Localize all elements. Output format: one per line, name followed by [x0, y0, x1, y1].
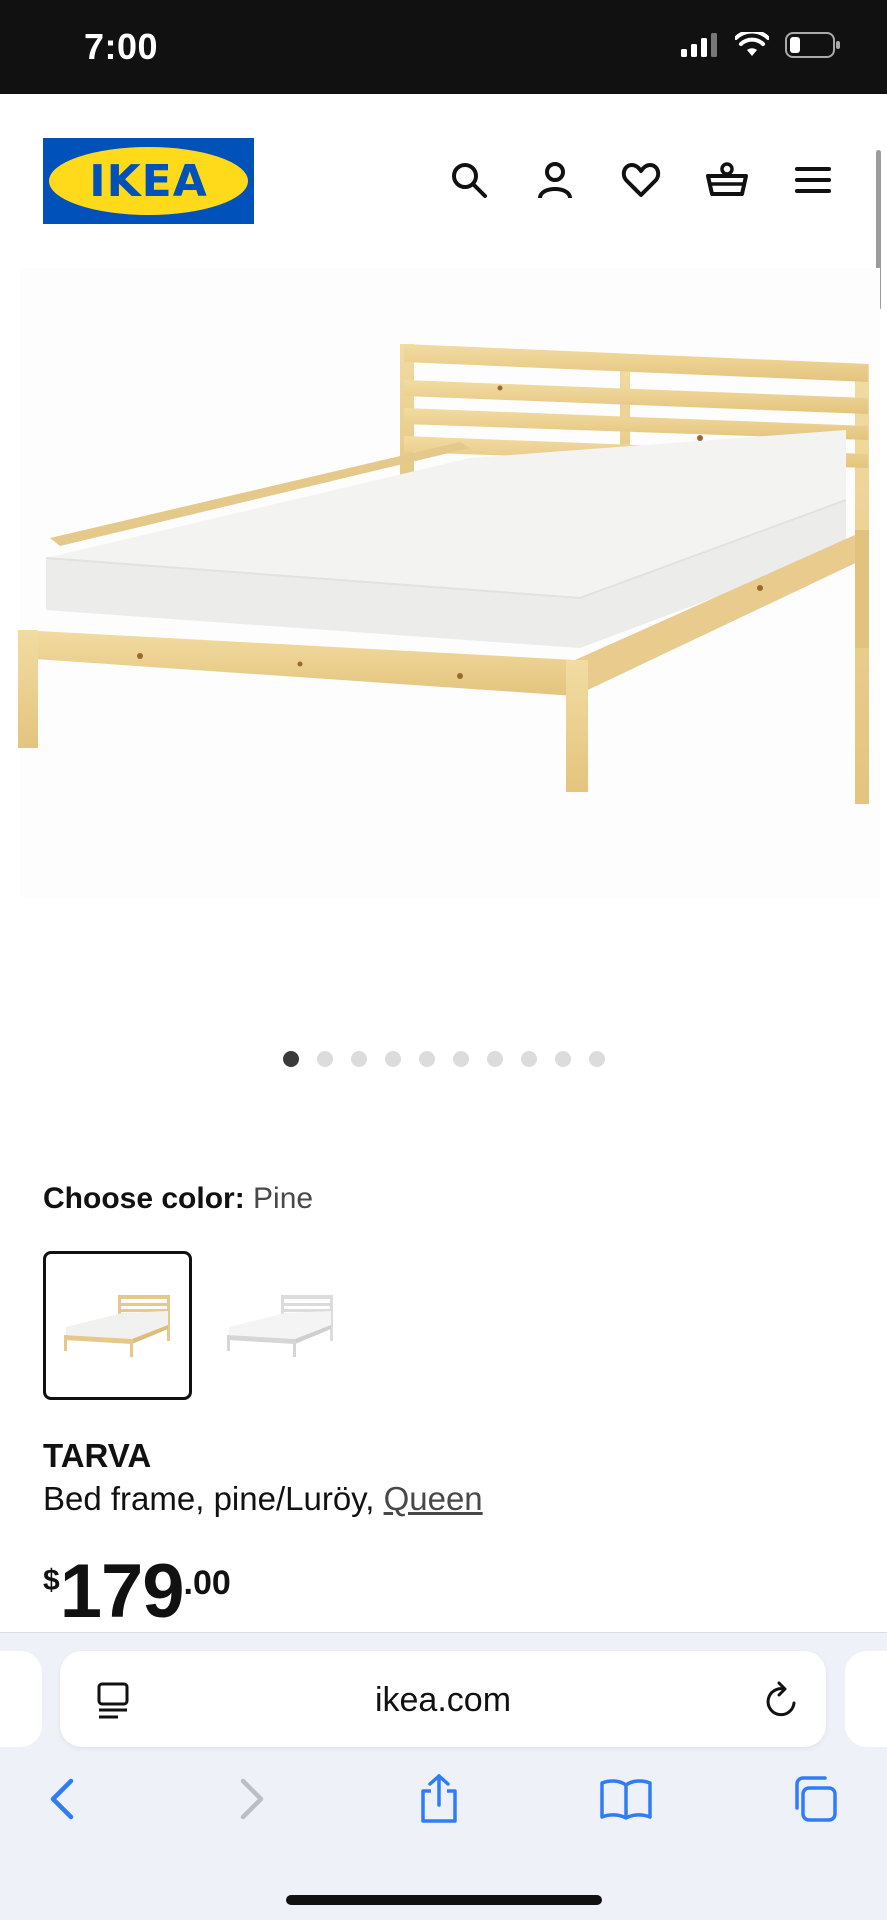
url-text[interactable]: ikea.com	[60, 1681, 826, 1720]
product-name: TARVA	[43, 1437, 152, 1474]
header-actions	[447, 158, 835, 202]
heart-icon[interactable]	[619, 158, 663, 202]
search-icon[interactable]	[447, 158, 491, 202]
gallery-dot[interactable]	[554, 1051, 571, 1067]
price-decimal: .00	[183, 1564, 231, 1602]
previous-tab-pill[interactable]	[0, 1651, 42, 1747]
gallery-dot[interactable]	[418, 1051, 435, 1067]
product-image[interactable]	[0, 268, 887, 1028]
cart-icon[interactable]	[705, 158, 749, 202]
status-time: 7:00	[84, 26, 159, 67]
next-tab-pill[interactable]	[845, 1651, 887, 1747]
address-bar[interactable]: ikea.com	[60, 1651, 826, 1747]
bed-thumbnail-pine	[63, 1294, 170, 1357]
wifi-icon	[735, 32, 769, 56]
user-icon[interactable]	[533, 158, 577, 202]
gallery-dots	[0, 1051, 887, 1067]
signal-icon	[681, 33, 717, 57]
gallery-dot[interactable]	[350, 1051, 367, 1067]
home-indicator[interactable]	[286, 1895, 602, 1905]
status-icons	[681, 32, 841, 58]
ikea-logo[interactable]: IKEA	[43, 138, 254, 224]
color-chooser-label: Choose color:	[43, 1182, 245, 1215]
gallery-dot[interactable]	[316, 1051, 333, 1067]
reload-icon[interactable]	[764, 1681, 800, 1719]
price-currency: $	[43, 1564, 60, 1597]
share-icon[interactable]	[409, 1769, 469, 1829]
swatch-white[interactable]	[206, 1251, 355, 1400]
product-description: Bed frame, pine/Luröy, Queen	[43, 1480, 483, 1518]
menu-icon[interactable]	[791, 158, 835, 202]
color-swatches	[43, 1251, 355, 1400]
gallery-dot[interactable]	[452, 1051, 469, 1067]
logo-text: IKEA	[89, 155, 208, 207]
status-bar: 7:00	[0, 0, 887, 94]
swatch-pine[interactable]	[43, 1251, 192, 1400]
product-description-text: Bed frame, pine/Luröy,	[43, 1480, 384, 1517]
price-integer: 179	[59, 1549, 185, 1634]
color-chooser-value: Pine	[253, 1182, 314, 1215]
gallery-dot[interactable]	[520, 1051, 537, 1067]
gallery-dot[interactable]	[588, 1051, 605, 1067]
color-chooser-heading: Choose color: Pine	[43, 1182, 313, 1216]
bed-thumbnail-white	[226, 1294, 333, 1357]
browser-toolbar	[0, 1769, 887, 1849]
gallery-dot[interactable]	[384, 1051, 401, 1067]
browser-bottom-bar: ikea.com	[0, 1632, 887, 1920]
forward-icon[interactable]	[222, 1769, 282, 1829]
product-price: $ 179 .00	[43, 1552, 231, 1632]
site-header: IKEA	[0, 94, 887, 268]
back-icon[interactable]	[32, 1769, 92, 1829]
tabs-icon[interactable]	[784, 1769, 844, 1829]
size-link[interactable]: Queen	[384, 1480, 483, 1517]
gallery-dot[interactable]	[486, 1051, 503, 1067]
battery-icon	[785, 32, 840, 58]
bookmarks-icon[interactable]	[596, 1769, 656, 1829]
gallery-dot[interactable]	[282, 1051, 299, 1067]
